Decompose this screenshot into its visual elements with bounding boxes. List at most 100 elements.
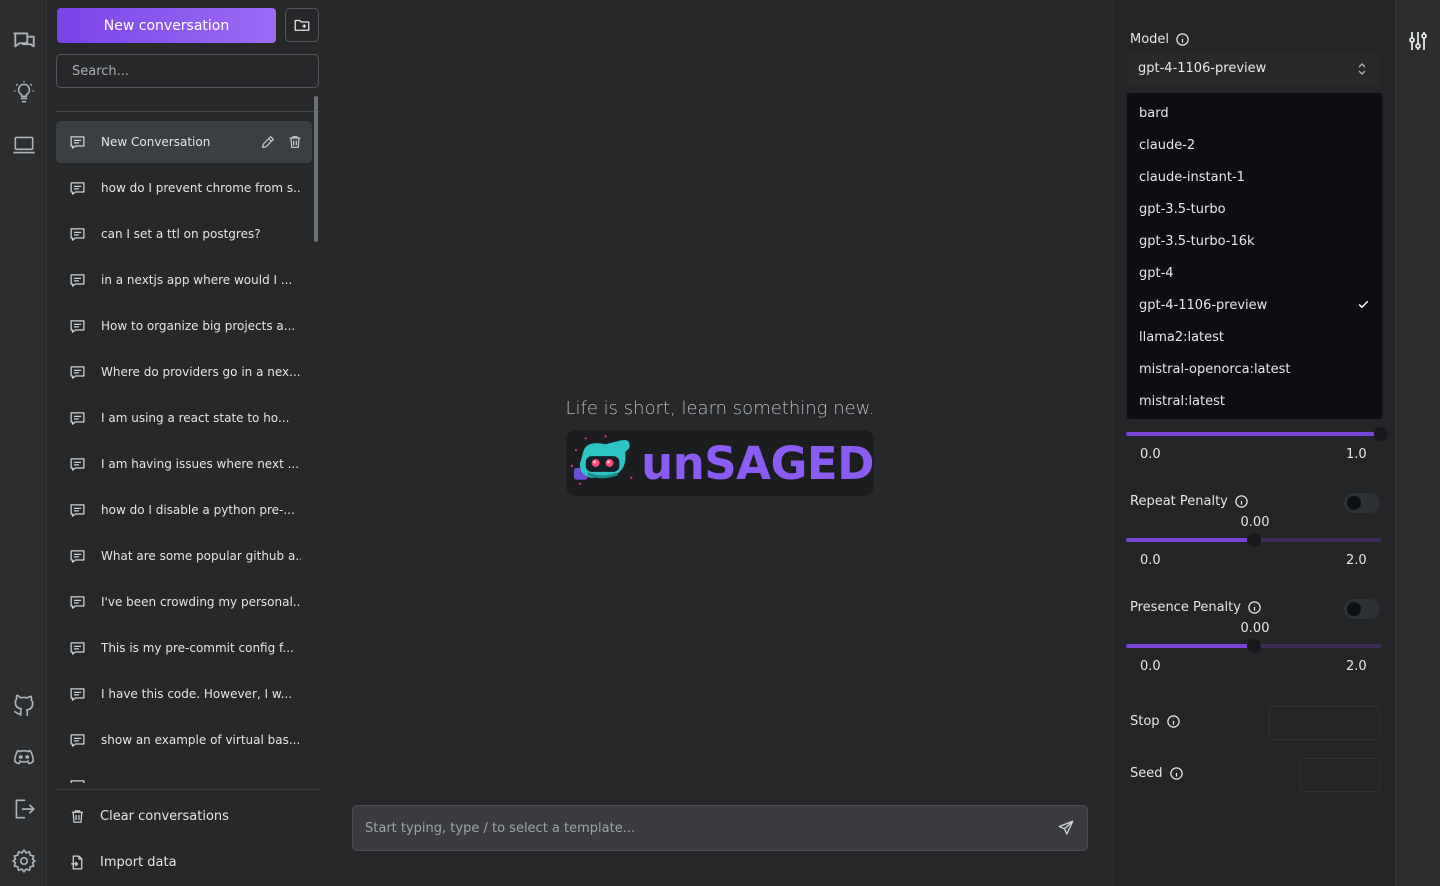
presence-penalty-toggle[interactable] (1344, 599, 1380, 619)
conversation-item[interactable]: I have this code. However, I w... (56, 673, 312, 715)
conversation-item[interactable]: how do I disable a python pre-... (56, 489, 312, 531)
repeat-penalty-max: 2.0 (1346, 553, 1367, 568)
message-icon (69, 180, 86, 197)
model-dropdown-menu: bard claude-2 claude-instant-1 gpt-3.5-t… (1126, 92, 1383, 420)
conversation-item[interactable]: I am using a react state to ho... (56, 397, 312, 439)
conversation-title: This is my pre-commit config f... (101, 641, 294, 655)
message-icon (69, 778, 86, 783)
new-conversation-button[interactable]: New conversation (57, 8, 276, 43)
top-p-slider-knob[interactable] (1374, 427, 1388, 441)
settings-toggle-rail (1395, 0, 1440, 886)
repeat-penalty-label-row: Repeat Penalty (1130, 494, 1249, 509)
info-icon[interactable] (1175, 32, 1190, 47)
model-option[interactable]: claude-instant-1 (1127, 161, 1382, 193)
model-settings-panel: Model gpt-4-1106-preview 0.0 1.0 Repeat … (1113, 0, 1395, 886)
import-data-button[interactable]: Import data (57, 842, 319, 882)
message-icon (69, 640, 86, 657)
model-option-selected[interactable]: gpt-4-1106-preview (1127, 289, 1382, 321)
repeat-penalty-toggle[interactable] (1344, 493, 1380, 513)
info-icon[interactable] (1169, 766, 1184, 781)
robot-mascot-icon (570, 435, 633, 485)
top-p-min: 0.0 (1140, 447, 1161, 462)
presence-penalty-label: Presence Penalty (1130, 600, 1241, 615)
model-option[interactable]: llama2:latest (1127, 321, 1382, 353)
info-icon[interactable] (1234, 494, 1249, 509)
lightbulb-icon[interactable] (11, 80, 37, 106)
model-option[interactable]: mistral-openorca:latest (1127, 353, 1382, 385)
laptop-icon[interactable] (11, 132, 37, 158)
conversation-item[interactable]: how do I prevent chrome from s... (56, 167, 312, 209)
checkmark-icon (1357, 298, 1370, 311)
presence-penalty-slider-knob[interactable] (1246, 639, 1261, 653)
edit-pencil-icon[interactable] (260, 134, 276, 150)
chat-main-area: Life is short, learn something new. unSA… (327, 0, 1113, 886)
folder-plus-icon (294, 19, 310, 31)
message-icon (69, 732, 86, 749)
seed-input[interactable] (1300, 758, 1380, 792)
search-input[interactable] (56, 54, 319, 88)
new-folder-button[interactable] (285, 8, 319, 42)
app-logo: unSAGED (566, 430, 874, 496)
conversation-item[interactable]: I am having issues where next ... (56, 443, 312, 485)
chat-input-box (352, 805, 1088, 851)
message-icon (69, 502, 86, 519)
model-option[interactable]: bard (1127, 97, 1382, 129)
conversation-title: in a nextjs app where would I ... (101, 273, 293, 287)
chat-input[interactable] (365, 820, 1057, 836)
model-option[interactable]: gpt-4 (1127, 257, 1382, 289)
stop-label: Stop (1130, 714, 1160, 729)
chat-bubbles-icon[interactable] (11, 28, 37, 54)
logout-icon[interactable] (11, 796, 37, 822)
conversation-item[interactable]: What are some popular github a... (56, 535, 312, 577)
conversation-item[interactable]: Where do providers go in a nex... (56, 351, 312, 393)
send-icon[interactable] (1057, 819, 1075, 837)
presence-penalty-label-row: Presence Penalty (1130, 600, 1262, 615)
conversation-list-scrollbar[interactable] (314, 96, 318, 242)
discord-icon[interactable] (11, 744, 37, 770)
conversation-sidebar: New conversation New Conversation how do… (47, 0, 327, 886)
model-option[interactable]: gpt-3.5-turbo (1127, 193, 1382, 225)
conversation-title: I've been crowding my personal... (101, 595, 301, 609)
message-icon (69, 548, 86, 565)
conversation-item-active[interactable]: New Conversation (56, 121, 312, 163)
model-select[interactable]: gpt-4-1106-preview (1128, 52, 1380, 85)
repeat-penalty-label: Repeat Penalty (1130, 494, 1228, 509)
conversation-title: show an example of virtual bas... (101, 733, 301, 747)
conversation-title: New Conversation (101, 135, 211, 149)
model-option[interactable]: claude-2 (1127, 129, 1382, 161)
conversation-title: how do I disable a python pre-... (101, 503, 295, 517)
conversation-title: can I set a ttl on postgres? (101, 227, 261, 241)
sliders-icon[interactable] (1406, 29, 1430, 53)
repeat-penalty-slider[interactable] (1126, 533, 1381, 547)
presence-penalty-slider[interactable] (1126, 639, 1381, 653)
conversation-item[interactable]: in a nextjs app where would I ... (56, 259, 312, 301)
seed-label-row: Seed (1130, 766, 1184, 781)
settings-gear-icon[interactable] (11, 848, 37, 874)
conversation-item[interactable]: How to organize big projects a... (56, 305, 312, 347)
top-p-max: 1.0 (1346, 447, 1367, 462)
message-icon (69, 364, 86, 381)
presence-penalty-slider-fill (1126, 644, 1254, 648)
conversation-title: ... (101, 779, 112, 783)
repeat-penalty-slider-knob[interactable] (1246, 533, 1261, 547)
model-option-label: gpt-4-1106-preview (1139, 297, 1268, 313)
info-icon[interactable] (1247, 600, 1262, 615)
toggle-knob (1347, 602, 1361, 616)
conversation-title: Where do providers go in a nex... (101, 365, 301, 379)
stop-input[interactable] (1269, 706, 1380, 740)
trash-icon[interactable] (287, 134, 303, 150)
conversation-item[interactable]: ... (56, 765, 312, 783)
clear-conversations-button[interactable]: Clear conversations (57, 796, 319, 836)
conversation-item[interactable]: can I set a ttl on postgres? (56, 213, 312, 255)
welcome-tagline: Life is short, learn something new. (565, 398, 875, 419)
info-icon[interactable] (1166, 714, 1181, 729)
presence-penalty-min: 0.0 (1140, 659, 1161, 674)
conversation-item[interactable]: This is my pre-commit config f... (56, 627, 312, 669)
model-option[interactable]: mistral:latest (1127, 385, 1382, 417)
model-option[interactable]: gpt-3.5-turbo-16k (1127, 225, 1382, 257)
presence-penalty-value: 0.00 (1240, 621, 1270, 636)
conversation-item[interactable]: I've been crowding my personal... (56, 581, 312, 623)
github-icon[interactable] (11, 692, 37, 718)
top-p-slider[interactable] (1126, 427, 1388, 441)
conversation-item[interactable]: show an example of virtual bas... (56, 719, 312, 761)
